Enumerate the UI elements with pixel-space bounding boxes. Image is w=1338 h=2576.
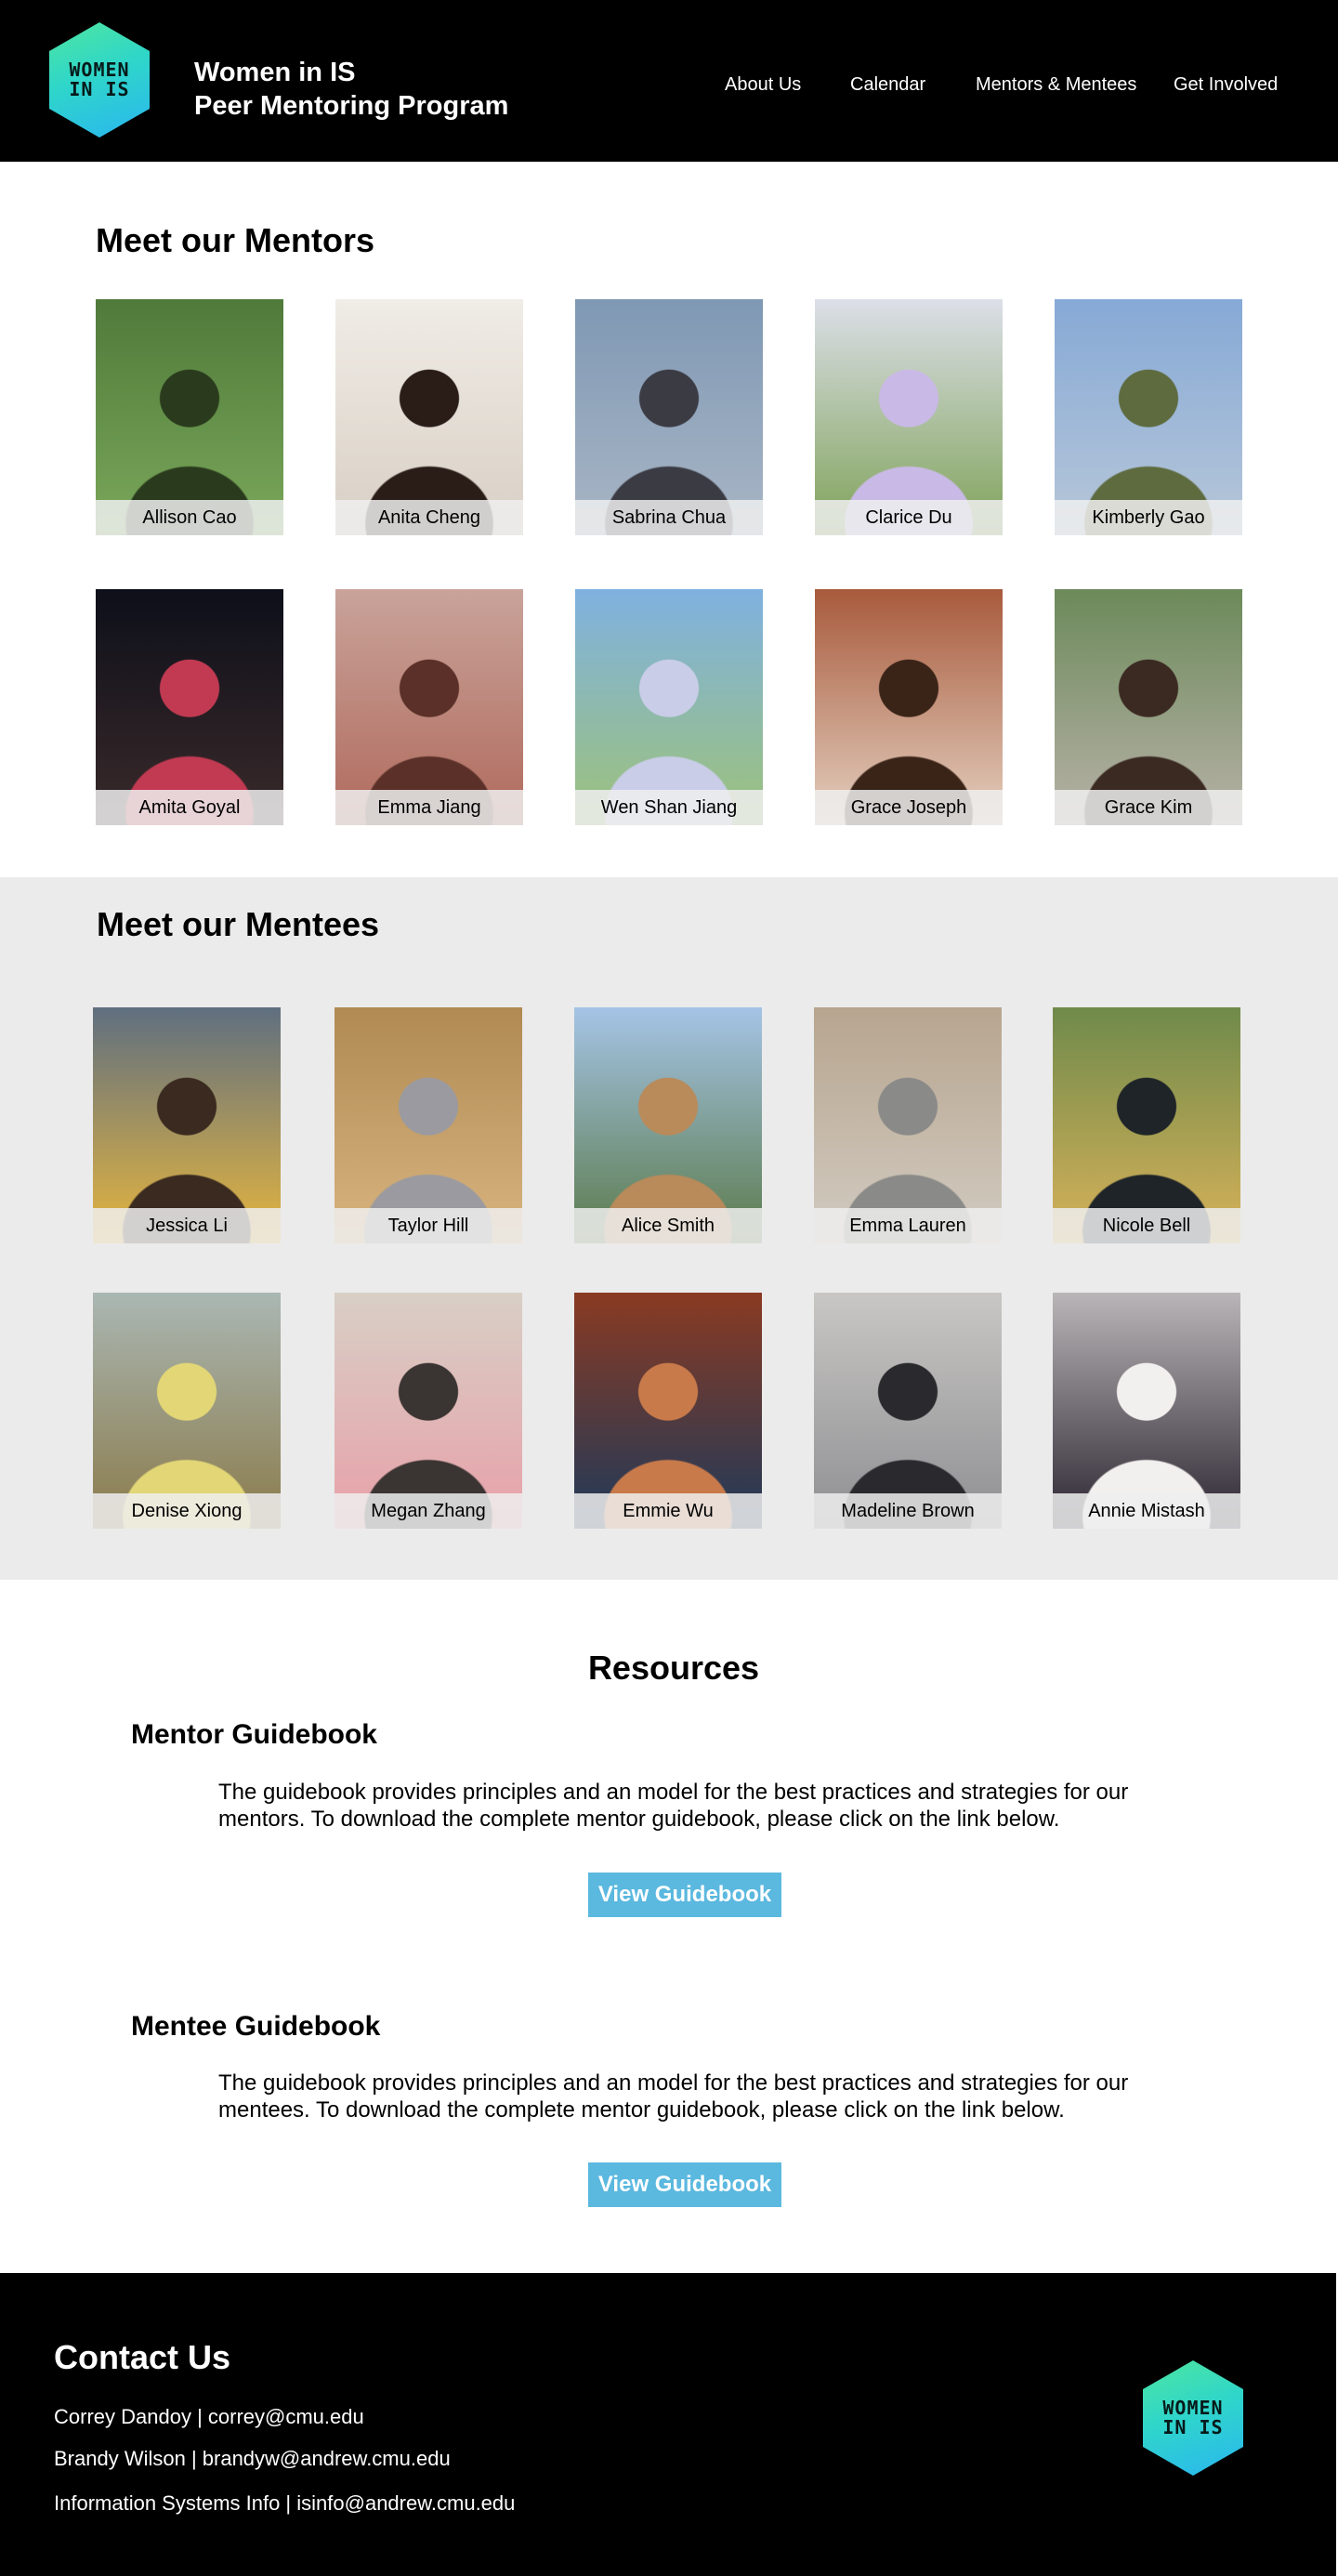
mentor-guidebook-title: Mentor Guidebook	[131, 1719, 377, 1750]
person-name: Taylor Hill	[334, 1208, 522, 1243]
person-name: Grace Joseph	[815, 790, 1003, 825]
person-name: Clarice Du	[815, 500, 1003, 535]
person-name: Megan Zhang	[334, 1493, 522, 1529]
mentee-guidebook-title: Mentee Guidebook	[131, 2011, 381, 2042]
person-name: Wen Shan Jiang	[575, 790, 763, 825]
person-name: Grace Kim	[1055, 790, 1242, 825]
nav-mentors-mentees[interactable]: Mentors & Mentees	[976, 74, 1136, 96]
person-name: Annie Mistash	[1053, 1493, 1240, 1529]
contact-is-info[interactable]: Information Systems Info | isinfo@andrew…	[54, 2491, 515, 2516]
footer-logo-text-line2: IN IS	[1162, 2416, 1224, 2438]
logo-text-line2: IN IS	[69, 78, 130, 100]
women-in-is-logo[interactable]: WOMEN IN IS	[49, 22, 150, 138]
site-title-line2: Peer Mentoring Program	[194, 91, 509, 121]
nav-get-involved[interactable]: Get Involved	[1174, 74, 1278, 96]
resources-title: Resources	[587, 1649, 760, 1687]
person-card[interactable]: Madeline Brown	[814, 1293, 1002, 1529]
person-name: Madeline Brown	[814, 1493, 1002, 1529]
site-title-line1: Women in IS	[194, 58, 356, 87]
logo-text-line1: WOMEN	[69, 59, 130, 81]
footer-logo: WOMEN IN IS	[1143, 2360, 1243, 2476]
person-card[interactable]: Sabrina Chua	[575, 299, 763, 535]
person-card[interactable]: Jessica Li	[93, 1007, 281, 1243]
person-card[interactable]: Kimberly Gao	[1055, 299, 1242, 535]
site-footer: Contact Us Correy Dandoy | correy@cmu.ed…	[0, 2273, 1336, 2576]
person-card[interactable]: Taylor Hill	[334, 1007, 522, 1243]
mentors-section: Meet our Mentors Allison Cao Anita Cheng S…	[0, 162, 1338, 877]
mentee-view-guidebook-button[interactable]: View Guidebook	[588, 2162, 781, 2207]
person-card[interactable]: Wen Shan Jiang	[575, 589, 763, 825]
nav-about-us[interactable]: About Us	[725, 74, 801, 96]
person-card[interactable]: Emma Lauren	[814, 1007, 1002, 1243]
person-card[interactable]: Denise Xiong	[93, 1293, 281, 1529]
mentors-title: Meet our Mentors	[96, 221, 375, 259]
site-header: WOMEN IN IS Women in IS Peer Mentoring P…	[0, 0, 1338, 162]
mentees-section: Meet our Mentees Jessica Li Taylor Hill Al…	[0, 877, 1338, 1580]
contact-correy[interactable]: Correy Dandoy | correy@cmu.edu	[54, 2405, 364, 2429]
person-card[interactable]: Anita Cheng	[335, 299, 523, 535]
person-card[interactable]: Emma Jiang	[335, 589, 523, 825]
person-card[interactable]: Emmie Wu	[574, 1293, 762, 1529]
person-name: Denise Xiong	[93, 1493, 281, 1529]
mentor-guidebook-description: The guidebook provides principles and an…	[218, 1780, 1129, 1832]
person-card[interactable]: Grace Joseph	[815, 589, 1003, 825]
person-name: Sabrina Chua	[575, 500, 763, 535]
mentor-view-guidebook-button[interactable]: View Guidebook	[588, 1873, 781, 1917]
contact-brandy[interactable]: Brandy Wilson | brandyw@andrew.cmu.edu	[54, 2447, 451, 2471]
person-name: Emmie Wu	[574, 1493, 762, 1529]
person-card[interactable]: Grace Kim	[1055, 589, 1242, 825]
contact-us-title: Contact Us	[54, 2338, 231, 2376]
person-name: Nicole Bell	[1053, 1208, 1240, 1243]
mentees-title: Meet our Mentees	[97, 905, 380, 943]
person-name: Allison Cao	[96, 500, 283, 535]
mentee-guidebook-description: The guidebook provides principles and an…	[218, 2070, 1129, 2123]
person-name: Alice Smith	[574, 1208, 762, 1243]
person-name: Emma Jiang	[335, 790, 523, 825]
person-name: Kimberly Gao	[1055, 500, 1242, 535]
footer-logo-text-line1: WOMEN	[1162, 2397, 1224, 2419]
site-title: Women in IS Peer Mentoring Program	[194, 56, 508, 123]
person-card[interactable]: Nicole Bell	[1053, 1007, 1240, 1243]
person-card[interactable]: Allison Cao	[96, 299, 283, 535]
person-name: Anita Cheng	[335, 500, 523, 535]
person-card[interactable]: Megan Zhang	[334, 1293, 522, 1529]
nav-calendar[interactable]: Calendar	[850, 74, 925, 96]
person-name: Jessica Li	[93, 1208, 281, 1243]
person-card[interactable]: Alice Smith	[574, 1007, 762, 1243]
person-card[interactable]: Annie Mistash	[1053, 1293, 1240, 1529]
person-card[interactable]: Clarice Du	[815, 299, 1003, 535]
person-card[interactable]: Amita Goyal	[96, 589, 283, 825]
person-name: Amita Goyal	[96, 790, 283, 825]
resources-section: Resources Mentor Guidebook The guidebook…	[0, 1580, 1338, 2273]
person-name: Emma Lauren	[814, 1208, 1002, 1243]
